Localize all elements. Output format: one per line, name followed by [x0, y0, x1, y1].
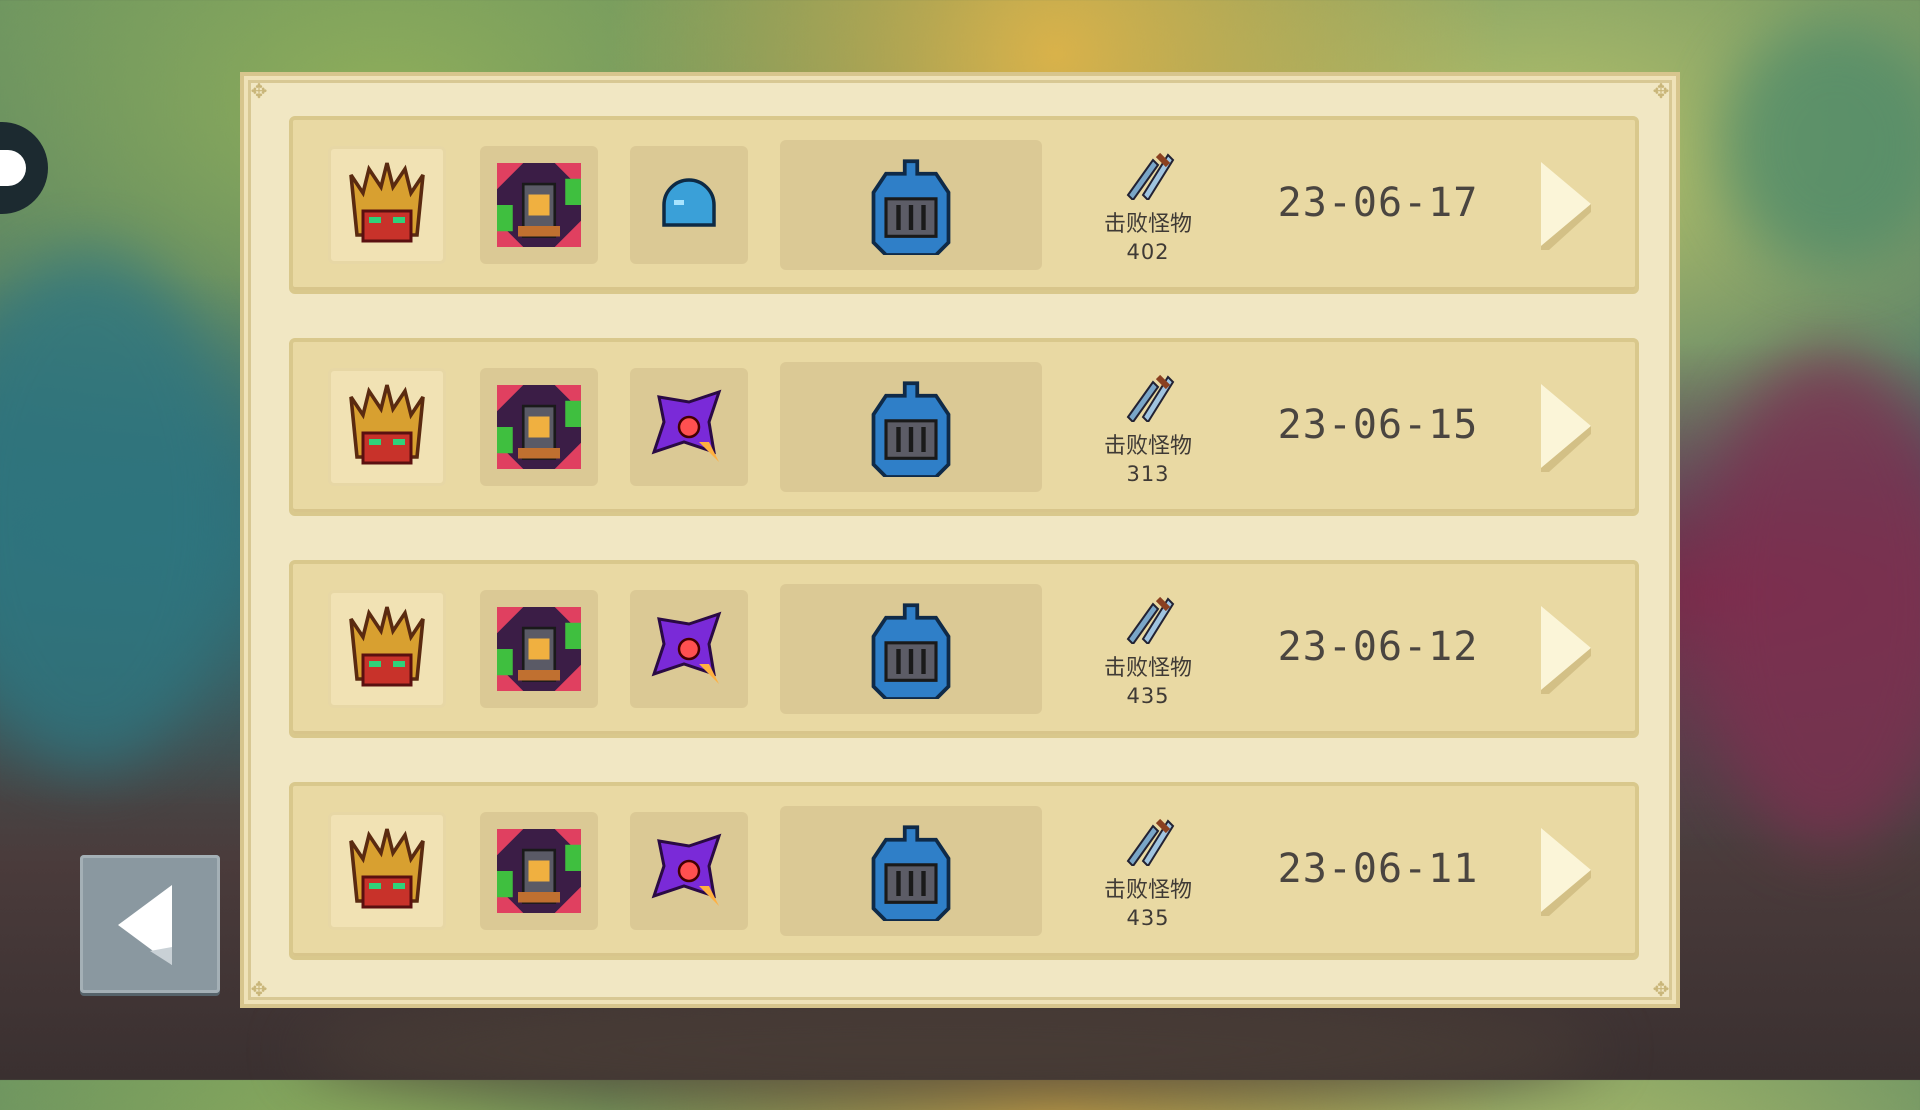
record-row[interactable]: 击败怪物 402 23-06-17	[289, 116, 1639, 294]
hero-slot	[328, 590, 446, 708]
arrow-right-icon[interactable]	[1535, 602, 1595, 694]
arrow-right-icon[interactable]	[1535, 824, 1595, 916]
red-dragon-knight-icon	[349, 828, 425, 909]
record-date: 23-06-11	[1277, 846, 1479, 892]
crossed-swords-icon	[1126, 374, 1175, 424]
item-slot	[630, 146, 748, 264]
tower-skin-icon	[497, 163, 581, 247]
hero-slot	[328, 812, 446, 930]
helmet-slot	[780, 140, 1042, 270]
purple-rocket-icon	[651, 833, 722, 906]
item-slot	[630, 812, 748, 930]
hero-slot	[328, 368, 446, 486]
corner-ornament: ✥	[250, 977, 268, 1001]
knight-helmet-icon	[871, 825, 951, 921]
history-panel: ✥ ✥ ✥ ✥ 击败怪物 402 23-06-17 击败怪物 313 23-06…	[240, 72, 1680, 1008]
crossed-swords-icon	[1126, 596, 1175, 646]
record-row[interactable]: 击败怪物 313 23-06-15	[289, 338, 1639, 516]
record-row[interactable]: 击败怪物 435 23-06-11	[289, 782, 1639, 960]
side-menu-handle[interactable]	[0, 122, 48, 214]
corner-ornament: ✥	[250, 79, 268, 103]
hero-slot	[328, 146, 446, 264]
arrow-left-icon	[118, 885, 172, 965]
helmet-slot	[780, 362, 1042, 492]
kills-label: 击败怪物	[1103, 434, 1192, 459]
kills-count: 402	[1126, 240, 1170, 264]
kills-count: 435	[1126, 684, 1170, 708]
corner-ornament: ✥	[1652, 977, 1670, 1001]
kills-block: 击败怪物 313	[1088, 372, 1208, 486]
skin-slot	[480, 812, 598, 930]
arrow-right-icon[interactable]	[1535, 380, 1595, 472]
purple-rocket-icon	[651, 389, 722, 462]
kills-label: 击败怪物	[1103, 212, 1192, 237]
kills-block: 击败怪物 435	[1088, 816, 1208, 930]
kills-block: 击败怪物 402	[1088, 150, 1208, 264]
knight-helmet-icon	[871, 159, 951, 255]
kills-label: 击败怪物	[1103, 878, 1192, 903]
tower-skin-icon	[497, 829, 581, 913]
item-slot	[630, 590, 748, 708]
purple-rocket-icon	[651, 611, 722, 684]
record-date: 23-06-17	[1277, 180, 1479, 226]
record-date: 23-06-12	[1277, 624, 1479, 670]
crossed-swords-icon	[1126, 818, 1175, 868]
knight-helmet-icon	[871, 603, 951, 699]
tower-skin-icon	[497, 607, 581, 691]
skin-slot	[480, 146, 598, 264]
skin-slot	[480, 590, 598, 708]
corner-ornament: ✥	[1652, 79, 1670, 103]
knight-helmet-icon	[871, 381, 951, 477]
red-dragon-knight-icon	[349, 606, 425, 687]
kills-count: 435	[1126, 906, 1170, 930]
crossed-swords-icon	[1126, 152, 1175, 202]
kills-block: 击败怪物 435	[1088, 594, 1208, 708]
kills-label: 击败怪物	[1103, 656, 1192, 681]
skin-slot	[480, 368, 598, 486]
red-dragon-knight-icon	[349, 384, 425, 465]
kills-count: 313	[1126, 462, 1170, 486]
record-date: 23-06-15	[1277, 402, 1479, 448]
back-button[interactable]	[80, 855, 220, 993]
item-slot	[630, 368, 748, 486]
blue-slime-icon	[662, 178, 716, 227]
record-row[interactable]: 击败怪物 435 23-06-12	[289, 560, 1639, 738]
helmet-slot	[780, 806, 1042, 936]
red-dragon-knight-icon	[349, 162, 425, 243]
tower-skin-icon	[497, 385, 581, 469]
arrow-right-icon[interactable]	[1535, 158, 1595, 250]
helmet-slot	[780, 584, 1042, 714]
